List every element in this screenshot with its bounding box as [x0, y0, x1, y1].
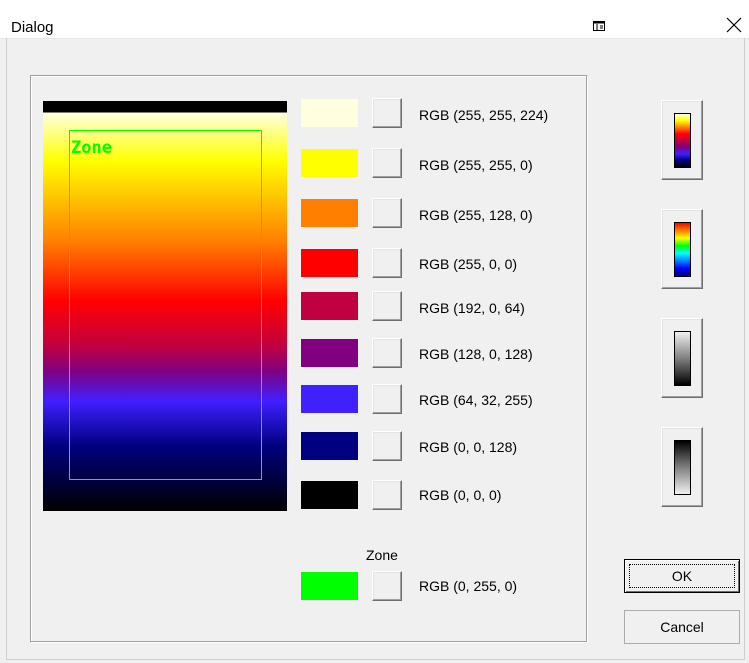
color-label-6: RGB (128, 0, 128) — [419, 346, 533, 362]
rainbow-palette-button[interactable] — [661, 209, 703, 289]
inverted-grayscale-palette-button[interactable] — [661, 427, 703, 507]
color-swatch-8 — [301, 432, 358, 460]
color-swatch-3 — [301, 199, 358, 227]
pick-color-button-3[interactable] — [372, 198, 402, 228]
color-swatch-4 — [301, 249, 358, 277]
zone-color-swatch — [301, 572, 358, 600]
color-swatch-2 — [301, 149, 358, 177]
color-swatch-7 — [301, 385, 358, 413]
grayscale-palette-button[interactable] — [661, 318, 703, 398]
close-icon[interactable] — [726, 17, 742, 33]
pick-color-button-9[interactable] — [372, 480, 402, 510]
zone-color-label: RGB (0, 255, 0) — [419, 578, 518, 594]
title-bar: Dialog — [0, 0, 749, 39]
pick-color-button-1[interactable] — [372, 98, 402, 128]
color-swatch-6 — [301, 339, 358, 367]
color-label-2: RGB (255, 255, 0) — [419, 157, 533, 173]
window-title: Dialog — [11, 19, 54, 36]
window-options-icon[interactable] — [593, 21, 605, 31]
color-label-8: RGB (0, 0, 128) — [419, 439, 518, 455]
pick-color-button-4[interactable] — [372, 248, 402, 278]
pick-color-button-2[interactable] — [372, 148, 402, 178]
inverted-grayscale-palette-icon — [674, 440, 691, 495]
pick-color-button-7[interactable] — [372, 384, 402, 414]
hot-palette-button[interactable] — [661, 100, 703, 180]
color-swatch-1 — [301, 99, 358, 127]
color-label-1: RGB (255, 255, 224) — [419, 107, 549, 123]
color-label-9: RGB (0, 0, 0) — [419, 487, 502, 503]
pick-color-button-5[interactable] — [372, 291, 402, 321]
color-label-7: RGB (64, 32, 255) — [419, 392, 533, 408]
pick-color-button-8[interactable] — [372, 431, 402, 461]
pick-zone-color-button[interactable] — [372, 571, 402, 601]
zone-rectangle[interactable] — [69, 130, 262, 480]
color-swatch-5 — [301, 292, 358, 320]
rainbow-palette-icon — [674, 222, 691, 277]
zone-caption: Zone — [366, 547, 398, 563]
cancel-button[interactable]: Cancel — [624, 610, 740, 644]
cancel-button-label: Cancel — [660, 619, 704, 635]
ok-button[interactable]: OK — [624, 559, 740, 593]
focus-rectangle — [629, 564, 735, 588]
hot-palette-icon — [674, 113, 691, 168]
zone-label: Zone — [71, 138, 112, 158]
color-swatch-9 — [301, 481, 358, 509]
color-label-4: RGB (255, 0, 0) — [419, 256, 518, 272]
color-label-5: RGB (192, 0, 64) — [419, 300, 525, 316]
grayscale-palette-icon — [674, 331, 691, 386]
pick-color-button-6[interactable] — [372, 338, 402, 368]
color-label-3: RGB (255, 128, 0) — [419, 207, 533, 223]
